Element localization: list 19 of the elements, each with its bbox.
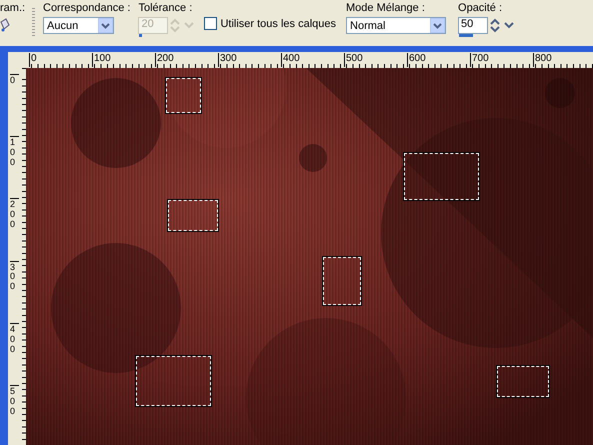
selection-marquee (323, 257, 361, 305)
vertical-ruler: 0 100 200 300 400 500 (8, 68, 26, 445)
field-label: Correspondance : (43, 2, 130, 15)
horizontal-ruler: 0 100 200 300 400 500 600 700 800 (26, 52, 593, 69)
selection-marquee (497, 366, 549, 397)
field-label: ram.: (0, 2, 26, 14)
field-label: Opacité : (458, 2, 504, 15)
chevron-icon (430, 18, 446, 33)
selection-marquee (168, 200, 218, 231)
spin-arrows-icon[interactable] (488, 17, 502, 34)
chevron-icon (98, 18, 113, 33)
dropdown[interactable]: Normal (346, 17, 446, 34)
ruler-corner (8, 52, 26, 68)
field-label: Mode Mélange : (346, 2, 426, 15)
dropdown[interactable]: Aucun (43, 17, 114, 34)
field-label: Tolérance : (138, 2, 194, 15)
all-layers-checkbox[interactable]: Utiliser tous les calques (204, 17, 336, 30)
number-field[interactable]: 50 (458, 17, 488, 34)
selection-marquee (166, 78, 201, 113)
